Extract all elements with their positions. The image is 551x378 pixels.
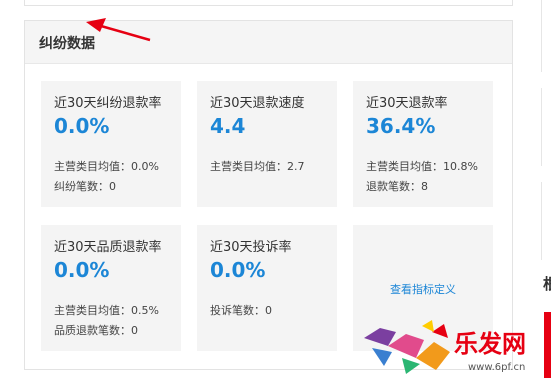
right-sidebar-block: [541, 182, 551, 260]
right-sidebar-block: [541, 88, 551, 166]
metric-label: 近30天纠纷退款率: [54, 96, 162, 111]
metric-label: 近30天品质退款率: [54, 240, 162, 255]
view-metric-definition-link[interactable]: 查看指标定义: [353, 281, 493, 297]
metric-category-average: 主营类目均值：0.0%: [54, 160, 159, 173]
metric-card-refund-rate: 近30天退款率 36.4% 主营类目均值：10.8% 退款笔数：8: [353, 81, 493, 207]
metric-count: 品质退款笔数：0: [54, 324, 138, 337]
metric-card-complaint-rate: 近30天投诉率 0.0% 投诉笔数：0: [197, 225, 337, 351]
metric-label: 近30天退款率: [366, 96, 448, 111]
metric-value: 0.0%: [54, 258, 110, 282]
annotation-arrow-icon: [86, 18, 151, 42]
metric-category-average: 主营类目均值：10.8%: [366, 160, 478, 173]
metric-category-average: 主营类目均值：0.5%: [54, 304, 159, 317]
metric-value: 4.4: [210, 114, 246, 138]
metric-card-quality-refund-rate: 近30天品质退款率 0.0% 主营类目均值：0.5% 品质退款笔数：0: [41, 225, 181, 351]
metric-value: 0.0%: [54, 114, 110, 138]
metric-label: 近30天投诉率: [210, 240, 292, 255]
metric-value: 0.0%: [210, 258, 266, 282]
metric-label: 近30天退款速度: [210, 96, 305, 111]
previous-panel-bottom: [24, 0, 513, 6]
metric-value: 36.4%: [366, 114, 436, 138]
watermark-url: www.6pf.cn: [468, 362, 525, 373]
metric-card-refund-speed: 近30天退款速度 4.4 主营类目均值：2.7: [197, 81, 337, 207]
metric-card-dispute-refund-rate: 近30天纠纷退款率 0.0% 主营类目均值：0.0% 纠纷笔数：0: [41, 81, 181, 207]
watermark-brand: 乐发网: [454, 329, 526, 358]
metric-category-average: 主营类目均值：2.7: [210, 160, 305, 173]
right-sidebar-heading: 根: [543, 275, 551, 293]
site-watermark-logo: 乐发网 www.6pf.cn: [364, 320, 526, 374]
metric-count: 投诉笔数：0: [210, 304, 272, 317]
metric-count: 纠纷笔数：0: [54, 180, 116, 193]
right-sidebar-block: [541, 0, 551, 72]
metric-count: 退款笔数：8: [366, 180, 428, 193]
